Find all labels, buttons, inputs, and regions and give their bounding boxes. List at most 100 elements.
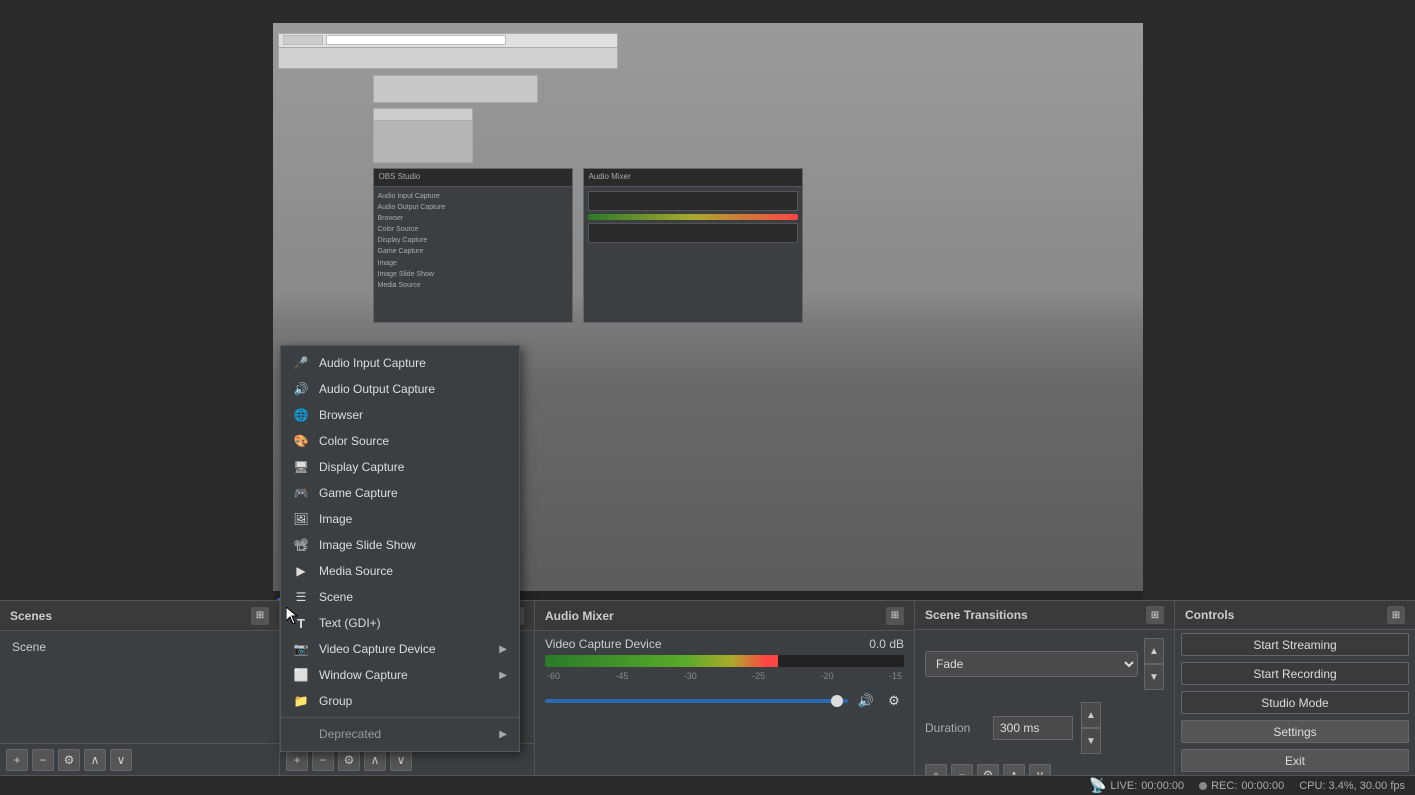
meter-bar	[545, 655, 904, 667]
menu-item-label: Deprecated	[319, 727, 489, 741]
meter-fill	[545, 655, 778, 667]
live-label: LIVE:	[1110, 780, 1137, 792]
scene-transitions-panel: Scene Transitions ⊞ Fade Cut Swipe Slide…	[915, 601, 1175, 775]
mixer-controls: 🔊 ⚙	[535, 687, 914, 715]
mixer-channel-video-capture: Video Capture Device 0.0 dB -60 -45 -30 …	[535, 631, 914, 687]
channel-settings-button[interactable]: ⚙	[884, 691, 904, 711]
menu-item-label: Media Source	[319, 564, 507, 578]
transitions-panel-header: Scene Transitions ⊞	[915, 601, 1174, 630]
menu-item-scene[interactable]: ☰ Scene	[281, 584, 519, 610]
menu-item-label: Browser	[319, 408, 507, 422]
preview-thumb-2	[373, 75, 538, 103]
menu-item-label: Video Capture Device	[319, 642, 489, 656]
menu-item-image-slide-show[interactable]: 📽 Image Slide Show	[281, 532, 519, 558]
menu-item-window-capture[interactable]: ⬜ Window Capture ▶	[281, 662, 519, 688]
duration-label: Duration	[925, 721, 985, 735]
start-recording-button[interactable]: Start Recording	[1181, 662, 1409, 685]
audio-mixer-panel: Audio Mixer ⊞ Video Capture Device 0.0 d…	[535, 601, 915, 775]
display-capture-icon: 🖥	[293, 459, 309, 475]
duration-input[interactable]	[993, 716, 1073, 740]
cpu-label: CPU: 3.4%, 30.00 fps	[1299, 780, 1405, 792]
mixer-channel-header: Video Capture Device 0.0 dB	[545, 637, 904, 651]
mixer-panel-expand-btn[interactable]: ⊞	[886, 607, 904, 625]
start-streaming-button[interactable]: Start Streaming	[1181, 633, 1409, 656]
volume-slider[interactable]	[545, 699, 848, 703]
volume-slider-thumb	[831, 695, 843, 707]
live-time: 00:00:00	[1141, 780, 1184, 792]
menu-item-video-capture-device[interactable]: 📷 Video Capture Device ▶	[281, 636, 519, 662]
menu-item-image[interactable]: 🖼 Image	[281, 506, 519, 532]
transition-spin-down[interactable]: ▼	[1144, 664, 1164, 690]
browser-icon: 🌐	[293, 407, 309, 423]
duration-spin-up[interactable]: ▲	[1081, 702, 1101, 728]
menu-item-display-capture[interactable]: 🖥 Display Capture	[281, 454, 519, 480]
controls-panel-header: Controls ⊞	[1175, 601, 1415, 630]
menu-item-group[interactable]: 📁 Group	[281, 688, 519, 714]
menu-item-deprecated[interactable]: Deprecated ▶	[281, 721, 519, 747]
menu-item-label: Image	[319, 512, 507, 526]
scenes-add-btn[interactable]: +	[6, 749, 28, 771]
preview-thumb-obs2: Audio Mixer	[583, 168, 803, 323]
submenu-arrow: ▶	[499, 644, 507, 655]
scenes-remove-btn[interactable]: −	[32, 749, 54, 771]
mute-button[interactable]: 🔊	[856, 691, 876, 711]
controls-panel-expand-btn[interactable]: ⊞	[1387, 606, 1405, 624]
channel-db: 0.0 dB	[869, 637, 904, 651]
submenu-arrow: ▶	[499, 729, 507, 740]
channel-name: Video Capture Device	[545, 637, 662, 651]
menu-item-text-gdi[interactable]: T Text (GDI+)	[281, 610, 519, 636]
rec-status: REC: 00:00:00	[1199, 780, 1284, 792]
live-status: 📡 LIVE: 00:00:00	[1089, 777, 1184, 794]
menu-item-audio-input-capture[interactable]: 🎤 Audio Input Capture	[281, 350, 519, 376]
transition-spin-up[interactable]: ▲	[1144, 638, 1164, 664]
menu-item-label: Game Capture	[319, 486, 507, 500]
scenes-panel-header: Scenes ⊞	[0, 601, 279, 631]
exit-button[interactable]: Exit	[1181, 749, 1409, 772]
studio-mode-button[interactable]: Studio Mode	[1181, 691, 1409, 714]
menu-item-media-source[interactable]: ▶ Media Source	[281, 558, 519, 584]
mixer-panel-header: Audio Mixer ⊞	[535, 601, 914, 631]
menu-item-label: Group	[319, 694, 507, 708]
scenes-panel-expand-btn[interactable]: ⊞	[251, 607, 269, 625]
meter-labels: -60 -45 -30 -25 -20 -15	[545, 671, 904, 681]
scenes-up-btn[interactable]: ∧	[84, 749, 106, 771]
deprecated-icon	[293, 726, 309, 742]
duration-spin-down[interactable]: ▼	[1081, 728, 1101, 754]
menu-item-label: Image Slide Show	[319, 538, 507, 552]
scenes-settings-btn[interactable]: ⚙	[58, 749, 80, 771]
rec-time: 00:00:00	[1241, 780, 1284, 792]
media-source-icon: ▶	[293, 563, 309, 579]
preview-thumb-browser	[278, 33, 618, 69]
scenes-panel-title: Scenes	[10, 609, 52, 623]
scenes-down-btn[interactable]: ∨	[110, 749, 132, 771]
scenes-panel: Scenes ⊞ Scene + − ⚙ ∧ ∨	[0, 601, 280, 775]
mixer-panel-title: Audio Mixer	[545, 609, 614, 623]
image-icon: 🖼	[293, 511, 309, 527]
cpu-status: CPU: 3.4%, 30.00 fps	[1299, 780, 1405, 792]
scene-item[interactable]: Scene	[4, 635, 275, 659]
duration-row: Duration ▲ ▼	[915, 698, 1174, 758]
audio-output-capture-icon: 🔊	[293, 381, 309, 397]
scene-icon: ☰	[293, 589, 309, 605]
menu-item-game-capture[interactable]: 🎮 Game Capture	[281, 480, 519, 506]
menu-item-audio-output-capture[interactable]: 🔊 Audio Output Capture	[281, 376, 519, 402]
status-bar: 📡 LIVE: 00:00:00 REC: 00:00:00 CPU: 3.4%…	[0, 775, 1415, 795]
text-gdi-icon: T	[293, 615, 309, 631]
menu-item-browser[interactable]: 🌐 Browser	[281, 402, 519, 428]
transitions-panel-title: Scene Transitions	[925, 608, 1028, 622]
audio-input-capture-icon: 🎤	[293, 355, 309, 371]
menu-item-label: Text (GDI+)	[319, 616, 507, 630]
controls-panel: Controls ⊞ Start Streaming Start Recordi…	[1175, 601, 1415, 775]
menu-separator	[281, 717, 519, 718]
rec-label: REC:	[1211, 780, 1237, 792]
transitions-panel-expand-btn[interactable]: ⊞	[1146, 606, 1164, 624]
menu-item-label: Display Capture	[319, 460, 507, 474]
video-capture-device-icon: 📷	[293, 641, 309, 657]
menu-item-label: Audio Input Capture	[319, 356, 507, 370]
submenu-arrow: ▶	[499, 670, 507, 681]
transition-select[interactable]: Fade Cut Swipe Slide Stinger Luma Wipe	[925, 651, 1138, 677]
menu-item-color-source[interactable]: 🎨 Color Source	[281, 428, 519, 454]
preview-area: OBS Studio Audio Input Capture Audio Out…	[0, 0, 1415, 645]
settings-button[interactable]: Settings	[1181, 720, 1409, 743]
menu-item-label: Color Source	[319, 434, 507, 448]
